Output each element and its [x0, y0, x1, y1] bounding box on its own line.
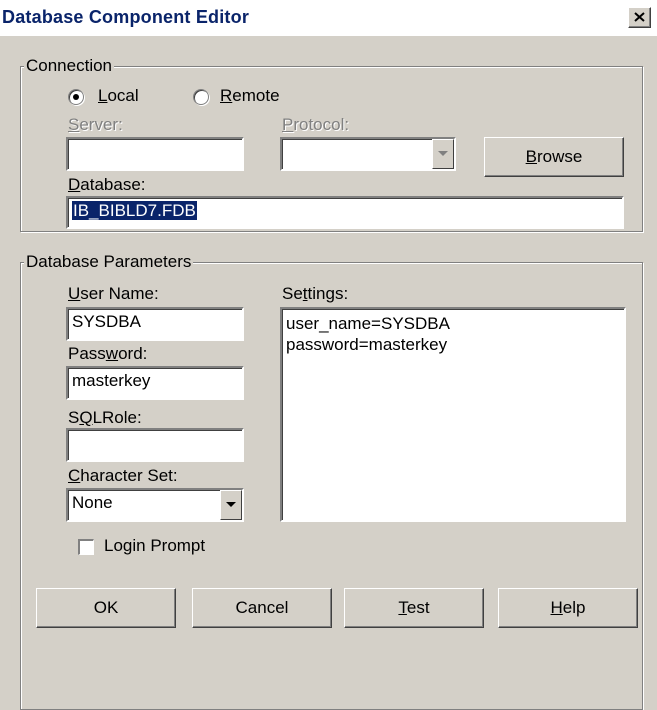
cancel-button[interactable]: Cancel: [192, 588, 332, 628]
protocol-select[interactable]: [280, 137, 456, 171]
password-input[interactable]: masterkey: [66, 366, 244, 400]
username-input[interactable]: SYSDBA: [66, 307, 244, 341]
settings-textarea[interactable]: user_name=SYSDBA password=masterkey: [280, 307, 626, 522]
database-label: Database:: [68, 175, 146, 194]
test-button[interactable]: Test: [344, 588, 484, 628]
sqlrole-input[interactable]: [66, 428, 244, 462]
username-label: User Name:: [68, 284, 159, 303]
sqlrole-label: SQLRole:: [68, 408, 142, 427]
parameters-legend: Database Parameters: [24, 252, 194, 272]
settings-line: password=masterkey: [286, 335, 448, 354]
settings-label: Settings:: [282, 284, 349, 303]
database-input[interactable]: IB_BIBLD7.FDB: [66, 196, 624, 229]
login-prompt-label[interactable]: Login Prompt: [104, 536, 205, 556]
remote-radio[interactable]: [193, 89, 209, 105]
window-title: Database Component Editor: [2, 7, 250, 27]
charset-dropdown-button[interactable]: [220, 490, 242, 520]
close-button[interactable]: [628, 7, 651, 28]
local-radio-dot: [73, 94, 79, 100]
cancel-label: Cancel: [235, 598, 289, 617]
charset-value: None: [72, 493, 113, 512]
settings-line: user_name=SYSDBA: [286, 314, 450, 333]
protocol-label: Protocol:: [282, 115, 350, 134]
local-radio[interactable]: [68, 89, 84, 105]
dialog-window: Database Component Editor Connection Loc…: [0, 0, 657, 710]
connection-legend: Connection: [24, 56, 115, 76]
password-label: Password:: [68, 344, 148, 363]
chevron-down-icon: [438, 151, 448, 156]
login-prompt-checkbox[interactable]: [78, 539, 94, 555]
protocol-dropdown-button[interactable]: [432, 139, 454, 169]
charset-label: Character Set:: [68, 466, 178, 485]
ok-button[interactable]: OK: [36, 588, 176, 628]
help-button[interactable]: Help: [498, 588, 638, 628]
title-bar: Database Component Editor: [0, 0, 657, 36]
ok-label: OK: [93, 598, 119, 617]
server-label: Server:: [68, 115, 123, 134]
remote-radio-label[interactable]: Remote: [220, 86, 280, 106]
local-radio-label[interactable]: Local: [98, 86, 139, 106]
database-value: IB_BIBLD7.FDB: [72, 201, 197, 220]
browse-button[interactable]: Browse: [484, 137, 624, 177]
charset-select[interactable]: None: [66, 488, 244, 522]
close-icon: [634, 12, 645, 22]
server-input[interactable]: [66, 137, 244, 171]
chevron-down-icon: [226, 502, 236, 507]
